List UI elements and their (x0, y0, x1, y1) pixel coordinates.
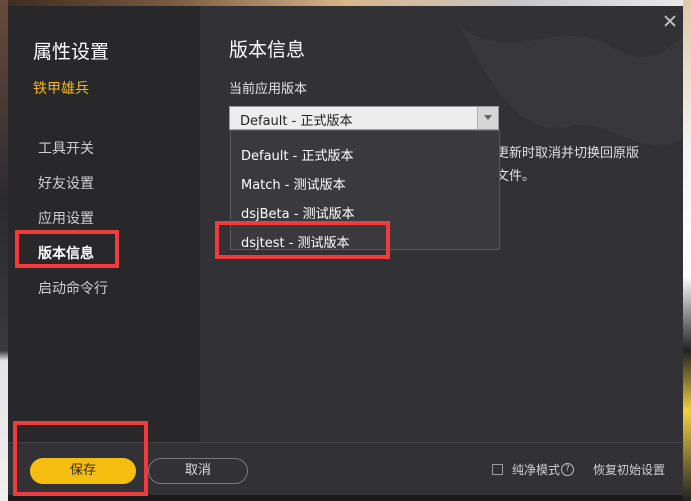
highlight-box-version-info (15, 230, 119, 268)
dropdown-option-default[interactable]: Default - 正式版本 (241, 145, 353, 164)
sidebar: 属性设置 铁甲雄兵 工具开关 好友设置 应用设置 版本信息 启动命令行 (8, 6, 200, 442)
version-select[interactable]: Default - 正式版本 (229, 106, 499, 130)
sidebar-item-launch-command[interactable]: 启动命令行 (38, 278, 108, 298)
help-icon[interactable]: ? (561, 463, 574, 476)
dropdown-option-dsjbeta[interactable]: dsjBeta - 测试版本 (241, 203, 355, 222)
chevron-down-icon[interactable] (477, 107, 498, 129)
background-strip-left (0, 0, 8, 501)
game-name: 铁甲雄兵 (33, 81, 89, 97)
current-version-label: 当前应用版本 (229, 82, 308, 97)
page-title: 版本信息 (229, 39, 306, 61)
close-icon[interactable] (664, 15, 676, 27)
version-description: 更新时取消并切换回原版 文件。 (496, 146, 640, 184)
highlight-box-dsjtest (215, 221, 390, 259)
sidebar-title: 属性设置 (33, 41, 110, 63)
background-strip-right (683, 0, 691, 501)
sidebar-item-friend-settings[interactable]: 好友设置 (38, 173, 94, 193)
sidebar-item-app-settings[interactable]: 应用设置 (38, 208, 94, 228)
sidebar-item-tool-switch[interactable]: 工具开关 (38, 138, 94, 158)
version-select-value: Default - 正式版本 (240, 114, 353, 129)
pure-mode-label: 纯净模式 (512, 463, 561, 477)
pure-mode-checkbox[interactable] (492, 464, 503, 475)
dropdown-option-match[interactable]: Match - 测试版本 (241, 174, 346, 193)
restore-defaults-link[interactable]: 恢复初始设置 (593, 461, 665, 478)
cancel-button[interactable]: 取消 (148, 458, 248, 484)
highlight-box-save (13, 421, 148, 496)
